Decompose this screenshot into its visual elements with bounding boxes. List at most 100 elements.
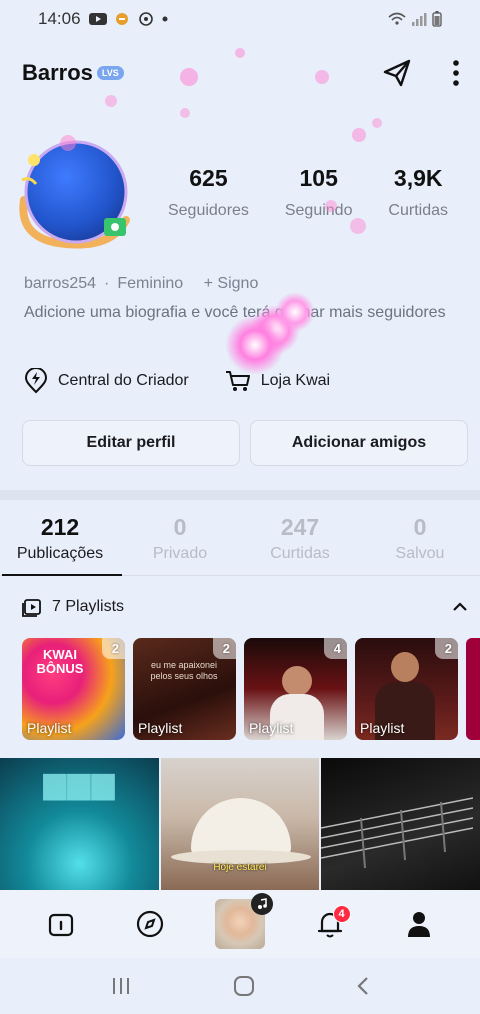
playlist-count: 2 xyxy=(434,638,458,659)
profile-links: Central do Criador Loja Kwai xyxy=(24,368,330,394)
add-friends-button[interactable]: Adicionar amigos xyxy=(250,420,468,466)
section-divider xyxy=(0,490,480,500)
playlist-card[interactable]: eu me apaixonei pelos seus olhos 2 Playl… xyxy=(133,638,236,740)
bottom-navigation: 4 xyxy=(0,890,480,958)
nav-discover[interactable] xyxy=(125,899,175,949)
nav-music-avatar[interactable] xyxy=(214,893,273,949)
playlist-card[interactable]: 2 Playlist xyxy=(355,638,458,740)
avatar[interactable] xyxy=(16,140,134,250)
nav-profile[interactable] xyxy=(394,899,444,949)
playlists-title: 7 Playlists xyxy=(52,598,125,615)
playlist-label: Playlist xyxy=(249,720,294,736)
signal-icon xyxy=(412,13,427,26)
cart-icon xyxy=(225,371,250,391)
nav-home[interactable] xyxy=(36,899,86,949)
profile-stats: 625 Seguidores 105 Seguindo 3,9K Curtida… xyxy=(150,165,466,220)
shop-label: Loja Kwai xyxy=(260,372,331,389)
video-thumbnail[interactable] xyxy=(321,758,480,890)
discover-icon xyxy=(137,910,164,938)
note-glyph xyxy=(257,898,267,909)
add-sign-link[interactable]: + Signo xyxy=(204,275,259,293)
recent-apps-icon[interactable] xyxy=(110,976,132,996)
playlist-count: 2 xyxy=(212,638,236,659)
likes-label: Curtidas xyxy=(388,202,448,219)
video-grid: ▆▆▆ Hoje estarei xyxy=(0,758,480,890)
level-badge: LVS xyxy=(96,66,124,80)
sparkle-effect xyxy=(372,118,382,128)
profile-meta: barros254 · Feminino + Signo xyxy=(24,275,258,293)
meta-spacer xyxy=(191,275,195,293)
content-tabs: 212 Publicações 0 Privado 247 Curtidas 0… xyxy=(0,508,480,576)
stage-sign-text: ▆▆▆ xyxy=(43,767,116,800)
playlist-label: Playlist xyxy=(360,720,405,736)
home-icon xyxy=(48,913,73,937)
hat-shape xyxy=(190,798,291,858)
profile-actions: Editar perfil Adicionar amigos xyxy=(22,420,468,466)
tab-label: Privado xyxy=(152,545,208,562)
sparkle-effect xyxy=(352,128,366,142)
playlist-card[interactable]: KWAI BÔNUS 2 Playlist xyxy=(22,638,125,740)
stat-likes[interactable]: 3,9K Curtidas xyxy=(388,165,448,220)
lightning-pin-icon xyxy=(24,368,48,394)
nav-notifications[interactable]: 4 xyxy=(305,899,355,949)
video-caption: Hoje estarei xyxy=(213,862,267,873)
playlist-card-partial[interactable] xyxy=(466,638,480,740)
tab-count: 212 xyxy=(40,514,80,540)
status-bar: 14:06 xyxy=(0,0,480,38)
app-icon xyxy=(115,13,128,25)
following-count: 105 xyxy=(299,165,338,191)
playlists-header[interactable]: 7 Playlists xyxy=(22,590,468,624)
person-head xyxy=(282,666,312,696)
chevron-up-icon[interactable] xyxy=(452,601,468,613)
tab-likes[interactable]: 247 Curtidas xyxy=(240,508,360,575)
tab-label: Publicações xyxy=(16,545,104,562)
playlist-icon xyxy=(22,599,41,617)
youtube-icon xyxy=(88,13,107,25)
profile-gender[interactable]: Feminino xyxy=(117,275,183,293)
profile-header: Barros LVS xyxy=(22,50,462,96)
profile-bio[interactable]: Adicione uma biografia e você terá ganha… xyxy=(24,302,454,324)
profile-username: Barros xyxy=(22,60,93,85)
shop-link[interactable]: Loja Kwai xyxy=(225,369,330,393)
playlist-label: Playlist xyxy=(138,720,183,736)
system-navigation-bar xyxy=(0,958,480,1014)
edit-profile-button[interactable]: Editar perfil xyxy=(22,420,240,466)
profile-icon xyxy=(408,912,431,937)
playlist-overlay-text: eu me apaixonei pelos seus olhos xyxy=(150,660,218,681)
tab-saved[interactable]: 0 Salvou xyxy=(360,508,480,575)
playlists-row: KWAI BÔNUS 2 Playlist eu me apaixonei pe… xyxy=(22,638,480,740)
tab-count: 0 xyxy=(173,514,187,540)
more-options-icon[interactable] xyxy=(450,58,462,88)
music-note-icon xyxy=(250,893,273,915)
back-icon[interactable] xyxy=(356,975,370,997)
followers-label: Seguidores xyxy=(167,202,249,219)
playlist-count: 4 xyxy=(323,638,347,659)
likes-count: 3,9K xyxy=(393,165,443,191)
followers-count: 625 xyxy=(189,165,228,191)
profile-handle: barros254 xyxy=(24,275,97,292)
playlist-label: Playlist xyxy=(27,720,72,736)
stat-followers[interactable]: 625 Seguidores xyxy=(168,165,249,220)
sparkle-effect xyxy=(350,218,366,234)
tab-publications[interactable]: 212 Publicações xyxy=(0,508,122,576)
wifi-icon xyxy=(388,12,406,25)
video-thumbnail[interactable]: ▆▆▆ xyxy=(0,758,159,890)
battery-icon xyxy=(432,11,442,27)
person-head xyxy=(391,652,419,682)
sparkle-effect xyxy=(225,315,285,375)
status-time: 14:06 xyxy=(38,9,81,28)
sparkle-effect xyxy=(180,108,190,118)
tab-private[interactable]: 0 Privado xyxy=(120,508,240,575)
sparkle-effect xyxy=(105,95,117,107)
playlist-card[interactable]: 4 Playlist xyxy=(244,638,347,740)
creator-center-link[interactable]: Central do Criador xyxy=(24,368,189,394)
stat-following[interactable]: 105 Seguindo xyxy=(285,165,353,220)
creator-center-label: Central do Criador xyxy=(58,372,189,389)
share-icon[interactable] xyxy=(380,56,414,90)
playlist-overlay-text: KWAI BÔNUS xyxy=(36,647,84,676)
video-thumbnail[interactable]: Hoje estarei xyxy=(160,758,320,890)
following-label: Seguindo xyxy=(284,202,353,219)
notification-badge: 4 xyxy=(332,905,351,923)
whatsapp-icon xyxy=(138,12,153,26)
home-button-icon[interactable] xyxy=(233,975,255,997)
